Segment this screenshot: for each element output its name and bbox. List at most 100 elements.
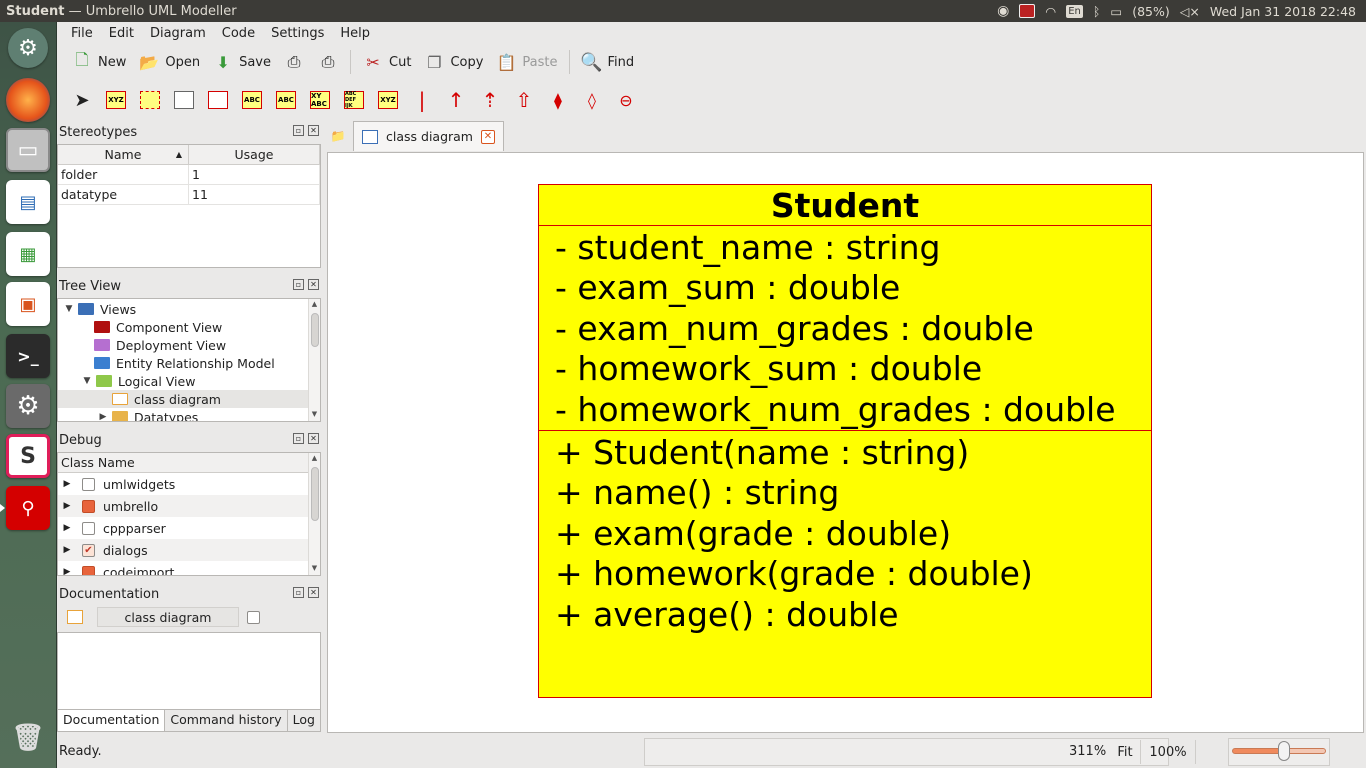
uml-class-student[interactable]: Student - student_name : string - exam_s… xyxy=(538,184,1152,698)
containment-tool[interactable]: ⊖ xyxy=(609,85,643,115)
keyboard-layout-indicator[interactable]: En xyxy=(1066,4,1083,18)
menu-edit[interactable]: Edit xyxy=(101,26,142,41)
collapsed-arrow-icon[interactable]: ▶ xyxy=(58,523,76,533)
table-row[interactable]: datatype 11 xyxy=(58,185,320,205)
tree-item-deployment-view[interactable]: Deployment View xyxy=(58,336,320,354)
tree-item-datatypes[interactable]: ▶ Datatypes xyxy=(58,408,320,421)
find-button[interactable]: 🔍 Find xyxy=(575,47,641,77)
scroll-up-icon[interactable]: ▲ xyxy=(309,454,320,464)
float-icon[interactable]: ▫ xyxy=(293,433,304,444)
zoom-slider-handle[interactable] xyxy=(1277,741,1290,761)
collapsed-arrow-icon[interactable]: ▶ xyxy=(58,479,76,489)
close-icon[interactable]: ✕ xyxy=(308,125,319,136)
print-button[interactable]: ⎙ xyxy=(277,47,311,77)
composition-tool[interactable]: ◊ xyxy=(575,85,609,115)
slack-icon[interactable]: S xyxy=(6,434,50,478)
print-preview-button[interactable]: ⎙ xyxy=(311,47,345,77)
class-tool[interactable]: XYZ xyxy=(99,85,133,115)
expanded-arrow-icon[interactable]: ▼ xyxy=(64,304,74,314)
tree-item-component-view[interactable]: Component View xyxy=(58,318,320,336)
fit-button[interactable]: Fit xyxy=(1112,740,1138,764)
box-tool[interactable] xyxy=(201,85,235,115)
checkbox[interactable] xyxy=(82,521,95,535)
enum-tool[interactable]: XY ABC xyxy=(303,85,337,115)
note-tool[interactable] xyxy=(167,85,201,115)
treeview-scrollbar[interactable]: ▲ ▼ xyxy=(308,299,320,421)
writer-icon[interactable]: ▤ xyxy=(6,180,50,224)
battery-icon[interactable]: ▭ xyxy=(1110,4,1122,19)
debug-row-umlwidgets[interactable]: ▶ umlwidgets xyxy=(58,473,320,495)
debug-scrollbar[interactable]: ▲ ▼ xyxy=(308,453,320,575)
menu-settings[interactable]: Settings xyxy=(263,26,332,41)
float-icon[interactable]: ▫ xyxy=(293,125,304,136)
close-tab-icon[interactable]: ✕ xyxy=(480,129,495,144)
select-tool[interactable]: ➤ xyxy=(65,85,99,115)
scroll-down-icon[interactable]: ▼ xyxy=(309,410,320,420)
dependency-tool[interactable]: ⇡ xyxy=(473,85,507,115)
umbrello-icon[interactable]: ⚲ xyxy=(6,486,50,530)
tab-documentation[interactable]: Documentation xyxy=(57,710,166,732)
checkbox[interactable] xyxy=(82,499,95,513)
collapsed-arrow-icon[interactable]: ▶ xyxy=(58,501,76,511)
entity-tool[interactable]: ABC DEF IJK xyxy=(337,85,371,115)
impress-icon[interactable]: ▣ xyxy=(6,282,50,326)
checkbox[interactable] xyxy=(82,565,95,575)
terminal-icon[interactable]: >_ xyxy=(6,334,50,378)
tree-item-logical-view[interactable]: ▼ Logical View xyxy=(58,372,320,390)
checkbox-checked[interactable]: ✔ xyxy=(82,543,95,557)
package-tool[interactable]: XYZ xyxy=(371,85,405,115)
scrollbar-thumb[interactable] xyxy=(311,313,319,347)
tab-log[interactable]: Log xyxy=(286,710,321,732)
file-manager-icon[interactable]: ▭ xyxy=(6,128,50,172)
checkbox[interactable] xyxy=(82,477,95,491)
calc-icon[interactable]: ▦ xyxy=(6,232,50,276)
realization-tool[interactable]: ⇧ xyxy=(507,85,541,115)
close-icon[interactable]: ✕ xyxy=(308,279,319,290)
clock[interactable]: Wed Jan 31 2018 22:48 xyxy=(1210,4,1356,19)
close-icon[interactable]: ✕ xyxy=(308,433,319,444)
scroll-up-icon[interactable]: ▲ xyxy=(309,300,320,310)
interface-tool[interactable]: ABC xyxy=(235,85,269,115)
tree-item-views[interactable]: ▼ Views xyxy=(58,300,320,318)
column-name-header[interactable]: Name ▲ xyxy=(58,145,189,164)
expanded-arrow-icon[interactable]: ▼ xyxy=(82,376,92,386)
close-icon[interactable]: ✕ xyxy=(308,587,319,598)
debug-row-dialogs[interactable]: ▶ ✔ dialogs xyxy=(58,539,320,561)
debug-row-cppparser[interactable]: ▶ cppparser xyxy=(58,517,320,539)
menu-file[interactable]: File xyxy=(63,26,101,41)
scrollbar-thumb[interactable] xyxy=(311,467,319,521)
open-button[interactable]: 📂 Open xyxy=(132,47,206,77)
float-icon[interactable]: ▫ xyxy=(293,279,304,290)
trash-icon[interactable]: 🗑 xyxy=(6,716,50,760)
wifi-icon[interactable]: ◠ xyxy=(1045,4,1056,19)
documentation-checkbox[interactable] xyxy=(247,610,260,624)
discord-icon[interactable]: ◉ xyxy=(997,3,1009,19)
documentation-text-area[interactable] xyxy=(57,632,321,710)
copy-button[interactable]: ❐ Copy xyxy=(417,47,489,77)
association-tool[interactable]: | xyxy=(405,85,439,115)
tab-class-diagram[interactable]: class diagram ✕ xyxy=(353,121,504,151)
generalization-tool[interactable]: ↑ xyxy=(439,85,473,115)
volume-icon[interactable]: ◁× xyxy=(1180,4,1200,19)
new-diagram-button[interactable]: 📁 xyxy=(323,121,353,151)
tab-command-history[interactable]: Command history xyxy=(164,710,288,732)
system-settings-icon[interactable]: ⚙ xyxy=(6,384,50,428)
zoom-100-button[interactable]: 100% xyxy=(1140,740,1196,764)
bluetooth-icon[interactable]: ᛒ xyxy=(1093,4,1101,19)
column-class-name-header[interactable]: Class Name xyxy=(58,453,135,472)
template-class-tool[interactable] xyxy=(133,85,167,115)
column-usage-header[interactable]: Usage xyxy=(189,145,320,164)
tree-item-class-diagram[interactable]: class diagram xyxy=(58,390,320,408)
float-icon[interactable]: ▫ xyxy=(293,587,304,598)
save-button[interactable]: ⬇ Save xyxy=(206,47,277,77)
tree-item-entity-relationship-model[interactable]: Entity Relationship Model xyxy=(58,354,320,372)
debug-row-codeimport[interactable]: ▶ codeimport xyxy=(58,561,320,575)
scroll-down-icon[interactable]: ▼ xyxy=(309,564,320,574)
record-indicator-icon[interactable] xyxy=(1019,4,1036,18)
firefox-icon[interactable] xyxy=(6,78,50,122)
collapsed-arrow-icon[interactable]: ▶ xyxy=(58,545,76,555)
dash-icon[interactable]: ⚙ xyxy=(8,28,48,68)
debug-row-umbrello[interactable]: ▶ umbrello xyxy=(58,495,320,517)
paste-button[interactable]: 📋 Paste xyxy=(489,47,563,77)
menu-help[interactable]: Help xyxy=(332,26,378,41)
